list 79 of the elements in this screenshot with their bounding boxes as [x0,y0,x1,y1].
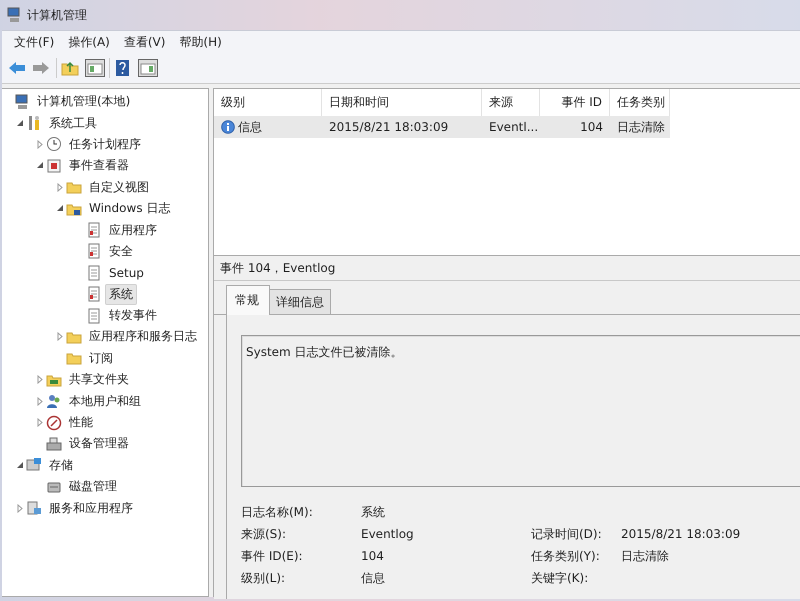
field-value: 信息 [361,571,386,585]
users-icon [46,393,62,410]
back-arrow-icon[interactable] [8,59,28,77]
tree-item[interactable]: 应用程序 [105,220,161,241]
tools-icon [26,115,42,132]
tree-item[interactable]: 任务计划程序 [65,134,145,155]
expanded-arrow-icon[interactable] [16,460,24,470]
log-icon [86,222,102,238]
expanded-arrow-icon[interactable] [36,161,44,170]
expanded-arrow-icon[interactable] [16,118,24,128]
table-cell: Eventl... [489,120,538,134]
tree-item[interactable]: 本地用户和组 [65,390,145,412]
menu-item[interactable]: 操作(A) [62,32,118,52]
collapsed-arrow-icon[interactable] [36,140,44,149]
collapsed-arrow-icon[interactable] [36,375,44,384]
log-icon [86,286,102,302]
tree-item[interactable]: 自定义视图 [85,176,153,198]
log-icon [86,264,102,281]
menu-item[interactable]: 文件(F) [8,32,62,52]
computer-icon [6,7,22,23]
table-cell: 104 [580,120,603,134]
tab[interactable]: 详细信息 [269,289,331,314]
tree-pane-icon[interactable] [85,59,105,77]
table-cell: 日志清除 [617,118,665,136]
table-cell: 信息 [238,118,262,136]
storage-icon [26,457,42,474]
field-value: Eventlog [361,527,415,541]
menu-item[interactable]: 查看(V) [118,32,174,52]
event-viewer-icon [46,158,62,174]
field-label: 来源(S): [241,527,288,541]
field-label: 日志名称(M): [241,505,314,519]
device-manager-icon [46,436,62,452]
tree-item[interactable]: 订阅 [85,348,117,369]
tree-item[interactable]: Setup [105,264,148,282]
clock-icon [46,136,62,152]
computer-icon [14,94,30,110]
field-label: 关键字(K): [531,571,590,585]
tree-item[interactable]: 系统工具 [45,112,101,134]
table-cell: 2015/8/21 18:03:09 [329,120,448,134]
collapsed-arrow-icon[interactable] [16,504,24,513]
event-title: 事件 104，Eventlog [214,256,800,281]
tree-item[interactable]: 应用程序和服务日志 [85,326,201,348]
field-label: 任务类别(Y): [531,549,601,563]
menu-item[interactable]: 帮助(H) [173,32,230,52]
field-value: 104 [361,549,385,563]
tree-item[interactable]: 设备管理器 [65,433,133,454]
collapsed-arrow-icon[interactable] [36,418,44,428]
tree-item[interactable]: 共享文件夹 [65,369,133,390]
tree-item[interactable]: 系统 [105,284,137,305]
tree-item[interactable]: 事件查看器 [65,155,133,176]
action-pane-icon[interactable] [138,59,158,77]
field-label: 事件 ID(E): [241,549,304,563]
tree-item[interactable]: 计算机管理(本地) [33,91,134,112]
field-label: 记录时间(D): [531,527,603,541]
tree-item[interactable]: 服务和应用程序 [45,498,137,519]
event-message: System 日志文件已被清除。 [241,335,800,487]
services-icon [26,500,42,516]
collapsed-arrow-icon[interactable] [56,182,64,192]
expanded-arrow-icon[interactable] [56,204,64,214]
folder-up-icon[interactable] [61,59,81,77]
collapsed-arrow-icon[interactable] [36,396,44,406]
info-icon [221,120,235,134]
tree-item[interactable]: 存储 [45,454,77,476]
field-value: 系统 [361,505,386,519]
log-icon [86,308,102,324]
log-icon [86,243,102,260]
field-label: 级别(L): [241,571,286,585]
event-row[interactable]: 信息 2015/8/21 18:03:09 Eventl... 104 日志清除 [214,116,670,138]
tree-item[interactable]: 磁盘管理 [65,476,121,498]
tree-item[interactable]: 性能 [65,412,97,434]
performance-icon [46,414,62,431]
tree-item[interactable]: 转发事件 [105,305,161,326]
field-value: 日志清除 [621,549,670,563]
window-title: 计算机管理 [27,6,87,24]
field-value: 2015/8/21 18:03:09 [621,527,742,541]
collapsed-arrow-icon[interactable] [56,332,64,342]
tree-item[interactable]: Windows 日志 [85,198,174,220]
tab[interactable]: 常规 [226,285,270,315]
tree-item[interactable]: 安全 [105,240,137,262]
